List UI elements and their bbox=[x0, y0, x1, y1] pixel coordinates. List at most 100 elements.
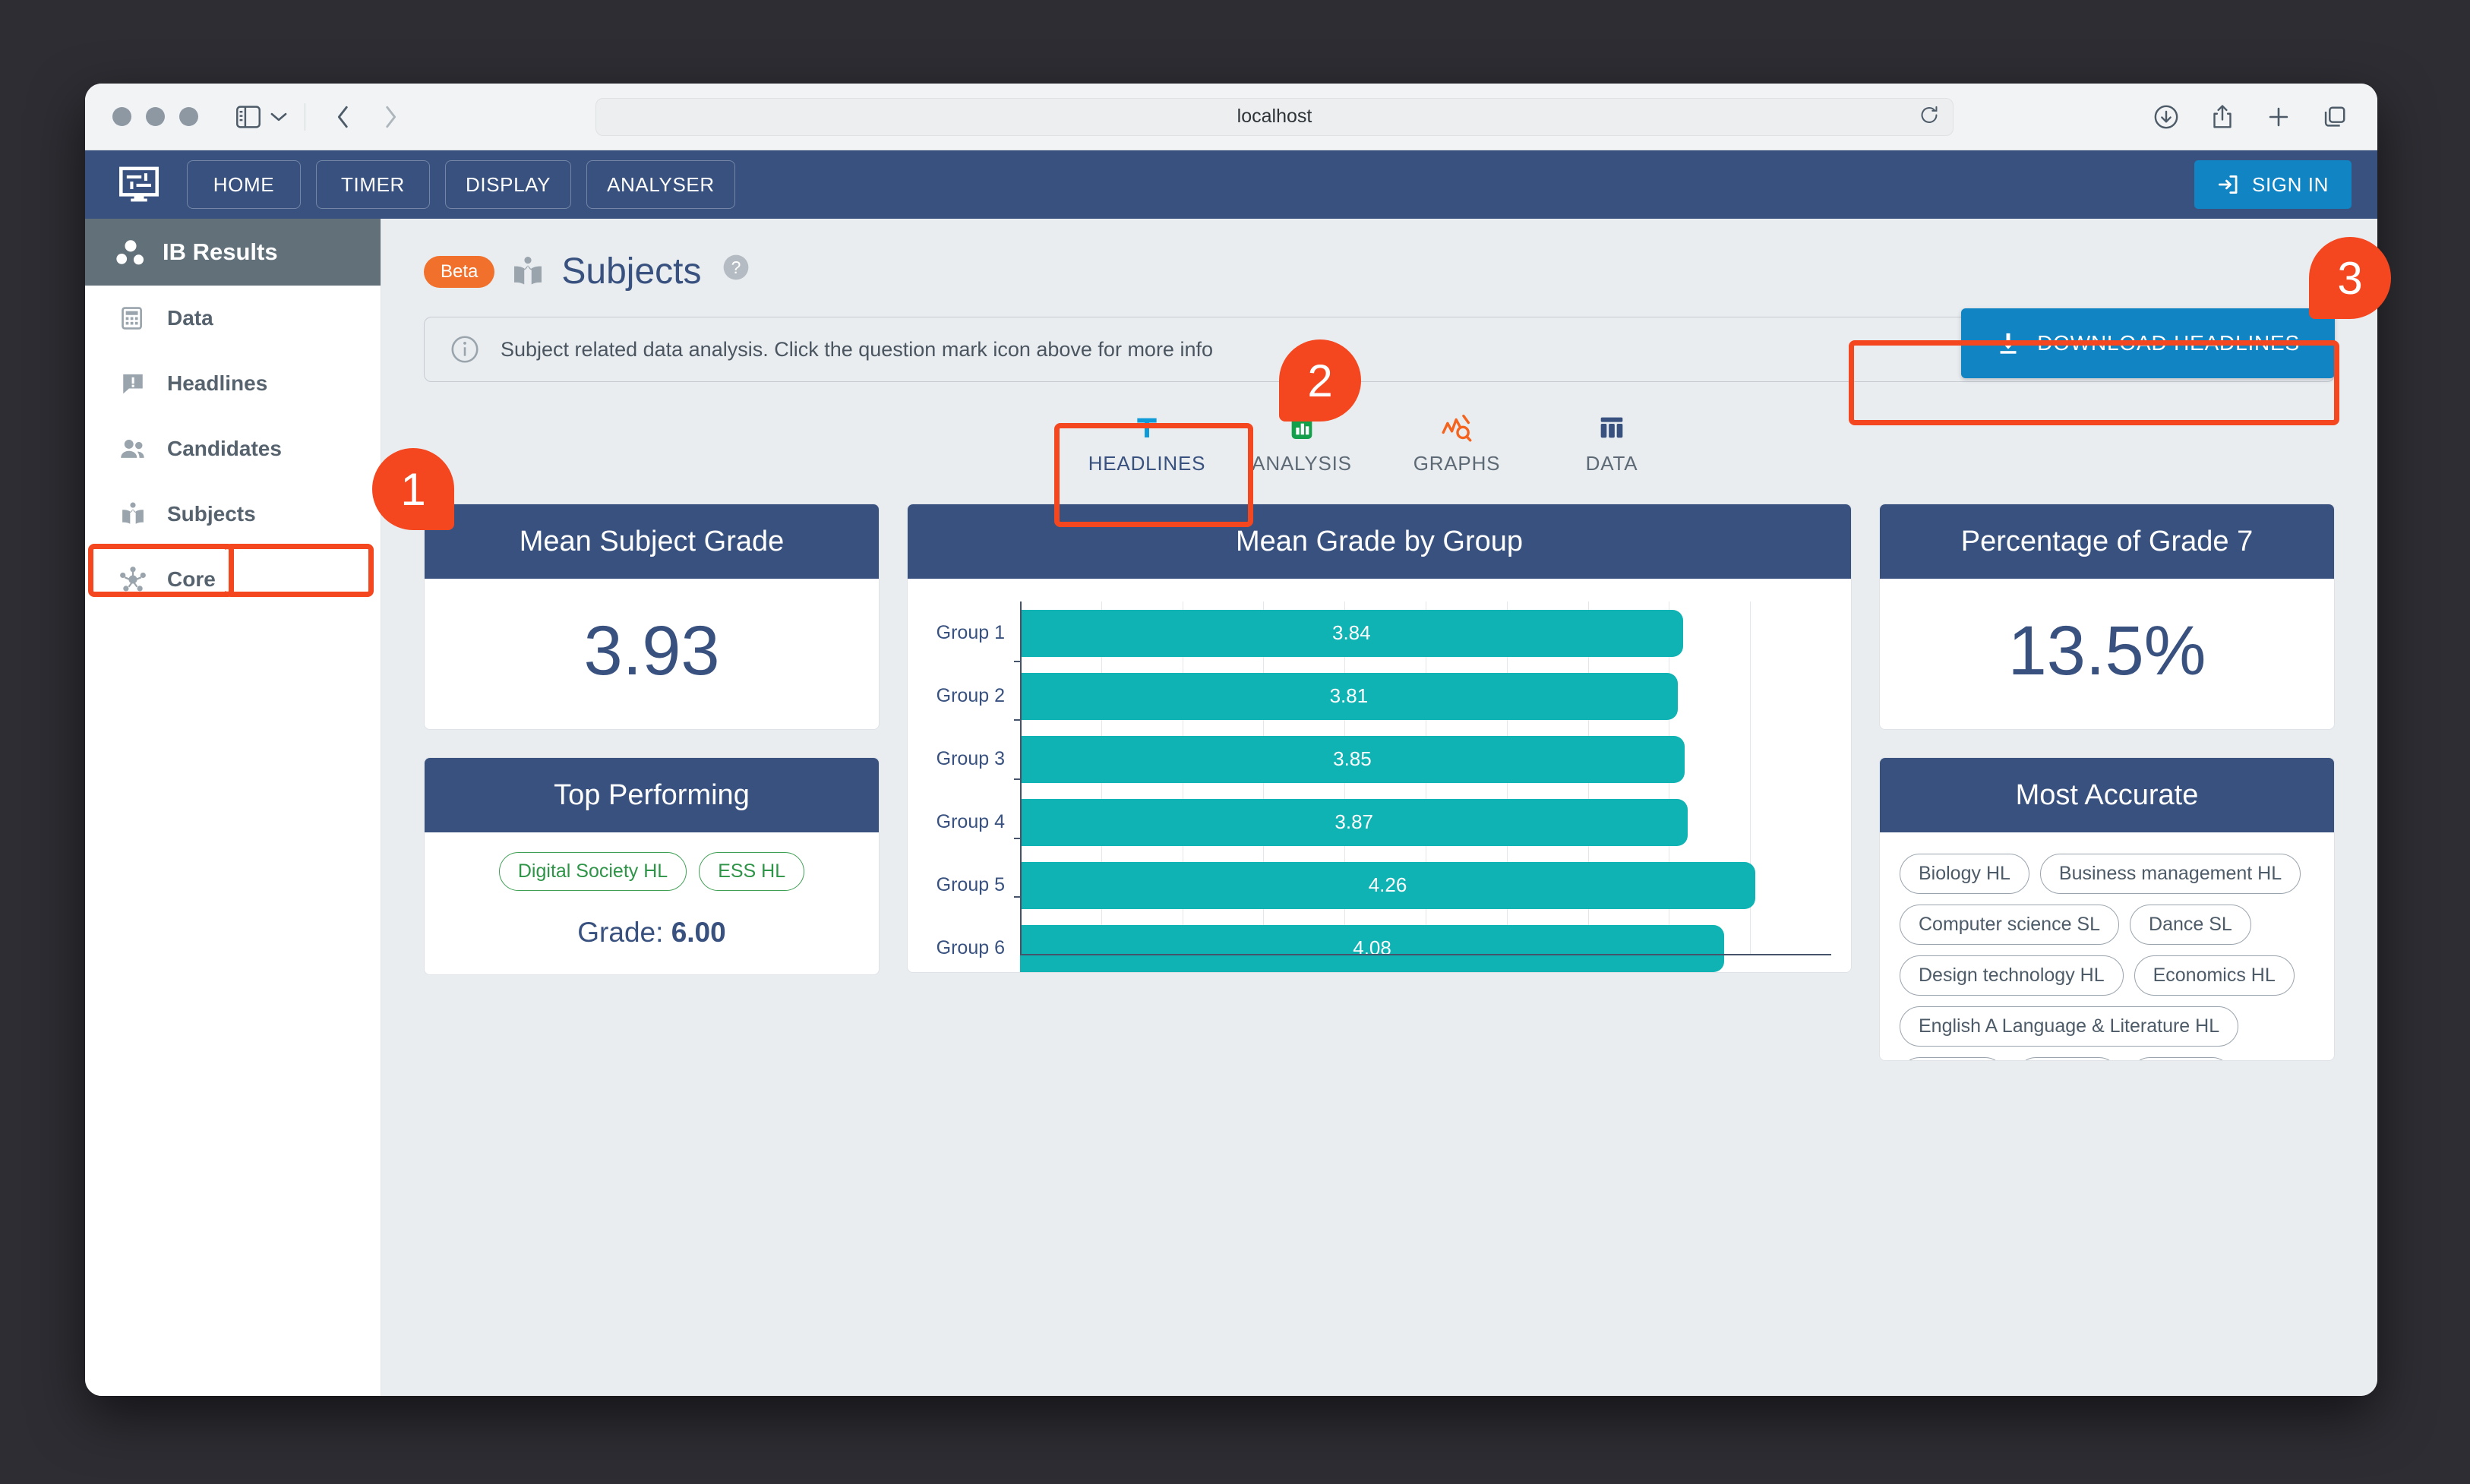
subject-chip[interactable]: Film SL bbox=[2130, 1057, 2232, 1060]
page-title: Subjects bbox=[561, 251, 702, 292]
tabs-icon[interactable] bbox=[2320, 102, 2350, 132]
chart-bar-row: Group 4 3.87 bbox=[927, 791, 1831, 854]
chart-bar-row: Group 3 3.85 bbox=[927, 728, 1831, 791]
bar-value-label: 3.87 bbox=[1334, 810, 1373, 833]
bar-category-label: Group 1 bbox=[936, 622, 1005, 643]
sidebar-item-candidates[interactable]: Candidates bbox=[85, 416, 381, 482]
chart-axis-tick bbox=[1014, 896, 1022, 898]
subject-chip[interactable]: Computer science SL bbox=[1900, 905, 2120, 945]
maximize-window-button[interactable] bbox=[179, 107, 198, 126]
tab-graphs[interactable]: GRAPHS bbox=[1381, 402, 1533, 485]
bar-value-label: 4.26 bbox=[1368, 873, 1407, 896]
bar-category-label: Group 6 bbox=[936, 937, 1005, 958]
bar-fill[interactable]: 3.85 bbox=[1020, 735, 1685, 783]
nav-button-analyser[interactable]: ANALYSER bbox=[586, 160, 735, 209]
share-icon[interactable] bbox=[2207, 102, 2238, 132]
card-title: Percentage of Grade 7 bbox=[1880, 504, 2334, 579]
sidebar-item-subjects[interactable]: Subjects bbox=[85, 482, 381, 547]
browser-window: localhost HOME TIMER DISPLAY ANALYSER SI… bbox=[85, 84, 2377, 1396]
subject-chip[interactable]: Business management HL bbox=[2039, 854, 2301, 894]
top-performing-grade: Grade: 6.00 bbox=[446, 917, 858, 949]
downloads-icon[interactable] bbox=[2151, 102, 2181, 132]
reload-icon[interactable] bbox=[1919, 105, 1939, 128]
sidebar-item-core[interactable]: Core bbox=[85, 547, 381, 612]
sidebar: IB Results Data Headlines Candidates Sub… bbox=[85, 219, 381, 1396]
bar-category-label: Group 5 bbox=[936, 874, 1005, 895]
card-title: Mean Subject Grade bbox=[425, 504, 879, 579]
back-chevron-icon[interactable] bbox=[328, 102, 358, 132]
url-bar[interactable]: localhost bbox=[595, 97, 1954, 136]
tab-bar: HEADLINES ANALYSIS GRAPHS DATA bbox=[381, 402, 2377, 485]
grade-value: 6.00 bbox=[671, 917, 726, 948]
chart-bar-row: Group 2 3.81 bbox=[927, 665, 1831, 728]
info-banner-text: Subject related data analysis. Click the… bbox=[501, 337, 1213, 361]
bar-fill[interactable]: 4.08 bbox=[1020, 924, 1725, 972]
login-icon bbox=[2217, 173, 2240, 196]
tab-data[interactable]: DATA bbox=[1536, 402, 1688, 485]
dashboard-left-column: Mean Subject Grade 3.93 Top Performing D… bbox=[424, 504, 880, 975]
window-traffic-lights[interactable] bbox=[112, 107, 198, 126]
subject-chip[interactable]: Economics HL bbox=[2134, 955, 2295, 996]
url-text: localhost bbox=[1237, 106, 1312, 127]
bar-fill[interactable]: 3.81 bbox=[1020, 672, 1678, 720]
bar-chart: Group 1 3.84 Group 2 3.81 Group 3 3.85 G… bbox=[927, 601, 1831, 972]
svg-text:?: ? bbox=[731, 257, 741, 277]
bar-category-label: Group 3 bbox=[936, 748, 1005, 769]
bar-track: 3.84 bbox=[1020, 601, 1831, 665]
sidebar-toggle-icon[interactable] bbox=[233, 102, 264, 132]
chart-bar-row: Group 1 3.84 bbox=[927, 601, 1831, 665]
dashboard-middle-column: Mean Grade by Group Group 1 3.84 Group 2… bbox=[907, 504, 1852, 973]
nav-button-home[interactable]: HOME bbox=[187, 160, 301, 209]
sidebar-item-label: Data bbox=[167, 306, 213, 330]
subject-chip[interactable]: Digital Society HL bbox=[498, 852, 687, 891]
forward-chevron-icon[interactable] bbox=[375, 102, 406, 132]
minimize-window-button[interactable] bbox=[146, 107, 165, 126]
sidebar-item-headlines[interactable]: Headlines bbox=[85, 351, 381, 416]
sidebar-item-label: Subjects bbox=[167, 502, 256, 526]
bar-track: 3.81 bbox=[1020, 665, 1831, 728]
subject-chip[interactable]: ESS HL bbox=[699, 852, 805, 891]
hub-icon bbox=[118, 566, 147, 593]
download-headlines-label: DOWNLOAD HEADLINES bbox=[2037, 331, 2300, 355]
tab-label: HEADLINES bbox=[1088, 451, 1206, 475]
bar-fill[interactable]: 3.87 bbox=[1020, 798, 1688, 846]
nav-button-display[interactable]: DISPLAY bbox=[445, 160, 572, 209]
bar-fill[interactable]: 4.26 bbox=[1020, 861, 1756, 909]
subject-chip[interactable]: Biology HL bbox=[1900, 854, 2029, 894]
bar-fill[interactable]: 3.84 bbox=[1020, 609, 1683, 657]
subject-chip[interactable]: Design technology HL bbox=[1900, 955, 2124, 996]
nav-button-timer[interactable]: TIMER bbox=[316, 160, 430, 209]
bar-category-label: Group 4 bbox=[936, 811, 1005, 832]
subject-chip[interactable]: English A Language & Literature HL bbox=[1900, 1006, 2239, 1047]
close-window-button[interactable] bbox=[112, 107, 131, 126]
grade-label: Grade: bbox=[577, 917, 664, 948]
book-icon bbox=[118, 501, 147, 527]
sidebar-item-data[interactable]: Data bbox=[85, 286, 381, 351]
chart-body: Group 1 3.84 Group 2 3.81 Group 3 3.85 G… bbox=[908, 579, 1851, 972]
mean-subject-grade-card: Mean Subject Grade 3.93 bbox=[424, 504, 880, 730]
chart-axis-tick bbox=[1014, 837, 1022, 839]
subject-chip[interactable]: ESS HL bbox=[1900, 1057, 2005, 1060]
bar-value-label: 4.08 bbox=[1353, 936, 1391, 959]
download-headlines-button[interactable]: DOWNLOAD HEADLINES bbox=[1961, 308, 2335, 378]
display-settings-icon[interactable] bbox=[117, 163, 161, 207]
subject-chip[interactable]: Film HL bbox=[2015, 1057, 2120, 1060]
tab-label: GRAPHS bbox=[1413, 451, 1501, 475]
tab-headlines[interactable]: HEADLINES bbox=[1071, 402, 1223, 485]
beta-badge: Beta bbox=[424, 255, 495, 288]
most-accurate-card: Most Accurate Biology HL Business manage… bbox=[1879, 757, 2335, 1061]
bar-track: 3.87 bbox=[1020, 791, 1831, 854]
mean-subject-grade-value: 3.93 bbox=[583, 612, 720, 690]
sidebar-item-label: Candidates bbox=[167, 437, 282, 460]
chart-x-axis bbox=[1020, 954, 1831, 955]
sign-in-label: SIGN IN bbox=[2252, 172, 2329, 196]
page-header: Beta Subjects ? bbox=[381, 219, 2377, 292]
top-performing-chip-list: Digital Society HL ESS HL bbox=[446, 852, 858, 891]
chevron-down-icon[interactable] bbox=[264, 102, 294, 132]
question-mark-icon[interactable]: ? bbox=[722, 254, 750, 285]
sign-in-button[interactable]: SIGN IN bbox=[2194, 160, 2352, 209]
plus-icon[interactable] bbox=[2263, 102, 2294, 132]
subject-chip[interactable]: Dance SL bbox=[2130, 905, 2251, 945]
chart-axis-tick bbox=[1014, 778, 1022, 780]
bar-track: 3.85 bbox=[1020, 728, 1831, 791]
